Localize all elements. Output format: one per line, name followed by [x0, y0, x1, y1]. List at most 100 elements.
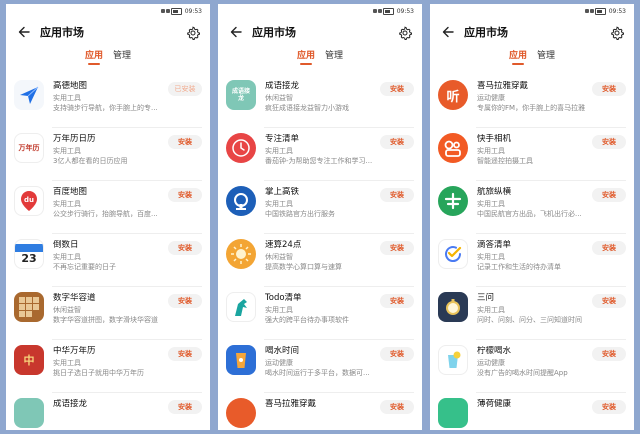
app-row-todo[interactable]: Todo清单 实用工具 强大的跨平台待办事项软件 安装 [218, 286, 422, 339]
tab-bar: 应用 管理 [430, 48, 634, 72]
pocket-watch-icon [438, 292, 468, 322]
app-row-countdown[interactable]: 23 倒数日 实用工具 不再忘记重要的日子 安装 [6, 233, 210, 286]
install-button[interactable]: 安装 [168, 188, 202, 202]
app-row-wannianli[interactable]: 万年历 万年历日历 实用工具 3亿人都在看的日历应用 安装 [6, 127, 210, 180]
install-button[interactable]: 安装 [168, 400, 202, 414]
install-button[interactable]: 安装 [380, 347, 414, 361]
install-button[interactable]: 安装 [380, 400, 414, 414]
app-row-ximalaya[interactable]: 听 喜马拉雅穿戴 运动健康 专属你的FM，你手腕上的喜马拉雅 安装 [430, 74, 634, 127]
back-arrow-icon[interactable] [440, 24, 456, 40]
app-row-ticktick[interactable]: 滴答清单 实用工具 记录工作和生活的待办清单 安装 [430, 233, 634, 286]
app-description: 挑日子选日子就用中华万年历 [53, 369, 144, 377]
app-row-ximalaya-partial[interactable]: 喜马拉雅穿戴 安装 [218, 392, 422, 430]
page-title: 应用市场 [40, 26, 84, 39]
status-time: 09:53 [184, 7, 202, 15]
app-row-water-time[interactable]: 喝水时间 运动健康 喝水时间运行于多平台，数据可... 安装 [218, 339, 422, 392]
install-button[interactable]: 安装 [380, 294, 414, 308]
app-description: 番茄钟-为帮助您专注工作和学习... [265, 157, 373, 165]
app-row-klotski[interactable]: 数字华容道 休闲益智 数字华容道拼图，数字滑块华容道 安装 [6, 286, 210, 339]
page-title: 应用市场 [464, 26, 508, 39]
app-row-24-points[interactable]: 速算24点 休闲益智 提高数学心算口算与速算 安装 [218, 233, 422, 286]
lemon-drink-icon [438, 345, 468, 375]
baidu-map-icon: du [14, 186, 44, 216]
install-button[interactable]: 安装 [592, 82, 626, 96]
calendar-icon: 万年历 [14, 133, 44, 163]
settings-gear-icon[interactable] [610, 25, 624, 40]
app-row-sanwen[interactable]: 三问 实用工具 问时、问刻、问分、三问知道时间 安装 [430, 286, 634, 339]
app-row-gaode-map[interactable]: 高德地图 实用工具 支持骑步行导航，你手腕上的专... 已安装 [6, 74, 210, 127]
install-button[interactable]: 安装 [592, 400, 626, 414]
app-list: 成语接龙 成语接龙 休闲益智 疯狂成语接龙益智力小游戏 安装 专注清单 实用工具… [218, 74, 422, 430]
tab-apps[interactable]: 应用 [85, 48, 103, 65]
phone-panel-1: 09:53 应用市场 应用 管理 高德地图 实用工具 支持骑步行导航，你手腕上的… [6, 4, 210, 430]
install-button[interactable]: 安装 [592, 188, 626, 202]
hanglv-icon [438, 186, 468, 216]
install-button[interactable]: 安装 [380, 82, 414, 96]
install-button[interactable]: 安装 [168, 294, 202, 308]
status-time: 09:53 [608, 7, 626, 15]
app-row-baidu-map[interactable]: du 百度地图 实用工具 公交步行骑行，抬腕导航，百度... 安装 [6, 180, 210, 233]
app-description: 公交步行骑行，抬腕导航，百度... [53, 210, 158, 218]
app-description: 不再忘记重要的日子 [53, 263, 116, 271]
number-puzzle-icon [14, 292, 44, 322]
app-row-kuaishou-camera[interactable]: 快手相机 实用工具 智能遥控拍摄工具 安装 [430, 127, 634, 180]
install-button[interactable]: 安装 [380, 135, 414, 149]
install-button[interactable]: 安装 [592, 241, 626, 255]
app-row-railway[interactable]: 掌上高铁 实用工具 中国铁路官方出行服务 安装 [218, 180, 422, 233]
kuaishou-camera-icon [438, 133, 468, 163]
tab-manage[interactable]: 管理 [537, 48, 555, 65]
install-button[interactable]: 安装 [168, 135, 202, 149]
install-button[interactable]: 安装 [592, 294, 626, 308]
ximalaya-icon [226, 398, 256, 428]
install-button[interactable]: 安装 [168, 241, 202, 255]
app-description: 中国铁路官方出行服务 [265, 210, 335, 218]
title-bar: 应用市场 [218, 18, 422, 46]
install-button[interactable]: 安装 [592, 347, 626, 361]
install-button[interactable]: 安装 [168, 347, 202, 361]
phone-panel-2: 09:53 应用市场 应用 管理 成语接龙 成语接龙 休闲益智 疯狂成语接龙益智… [218, 4, 422, 430]
app-description: 智能遥控拍摄工具 [477, 157, 533, 165]
title-bar: 应用市场 [430, 18, 634, 46]
countdown-calendar-icon: 23 [14, 239, 44, 269]
app-row-lemon-water[interactable]: 柠檬喝水 运动健康 没有广告的喝水时间提醒App 安装 [430, 339, 634, 392]
installed-button[interactable]: 已安装 [168, 82, 202, 96]
battery-icon [170, 7, 182, 15]
app-description: 疯狂成语接龙益智力小游戏 [265, 104, 349, 112]
tab-manage[interactable]: 管理 [113, 48, 131, 65]
tab-bar: 应用 管理 [218, 48, 422, 72]
app-list: 高德地图 实用工具 支持骑步行导航，你手腕上的专... 已安装 万年历 万年历日… [6, 74, 210, 430]
app-row-mint-partial[interactable]: 薄荷健康 安装 [430, 392, 634, 430]
page-title: 应用市场 [252, 26, 296, 39]
app-description: 强大的跨平台待办事项软件 [265, 316, 349, 324]
app-row-idiom-partial[interactable]: 成语接龙 安装 [6, 392, 210, 430]
app-row-hanglv[interactable]: 航旅纵横 实用工具 中国民航官方出品，飞机出行必... 安装 [430, 180, 634, 233]
app-row-focus-list[interactable]: 专注清单 实用工具 番茄钟-为帮助您专注工作和学习... 安装 [218, 127, 422, 180]
app-row-zhonghua-calendar[interactable]: 中 中华万年历 实用工具 挑日子选日子就用中华万年历 安装 [6, 339, 210, 392]
battery-icon [382, 7, 394, 15]
settings-gear-icon[interactable] [398, 25, 412, 40]
settings-gear-icon[interactable] [186, 25, 200, 40]
tab-manage[interactable]: 管理 [325, 48, 343, 65]
idiom-game-icon [14, 398, 44, 428]
clock-icon [226, 133, 256, 163]
tab-bar: 应用 管理 [6, 48, 210, 72]
app-description: 记录工作和生活的待办清单 [477, 263, 561, 271]
install-button[interactable]: 安装 [380, 188, 414, 202]
railway-logo-icon [226, 186, 256, 216]
checkmark-circle-icon [438, 239, 468, 269]
install-button[interactable]: 安装 [380, 241, 414, 255]
zhonghua-calendar-icon: 中 [14, 345, 44, 375]
app-row-idiom[interactable]: 成语接龙 成语接龙 休闲益智 疯狂成语接龙益智力小游戏 安装 [218, 74, 422, 127]
app-description: 数字华容道拼图，数字滑块华容道 [53, 316, 158, 324]
phone-panel-3: 09:53 应用市场 应用 管理 听 喜马拉雅穿戴 运动健康 专属你的FM，你手… [430, 4, 634, 430]
status-icons [160, 7, 182, 15]
mint-health-icon [438, 398, 468, 428]
app-description: 问时、问刻、问分、三问知道时间 [477, 316, 582, 324]
tab-apps[interactable]: 应用 [297, 48, 315, 65]
install-button[interactable]: 安装 [592, 135, 626, 149]
back-arrow-icon[interactable] [16, 24, 32, 40]
idiom-game-icon: 成语接龙 [226, 80, 256, 110]
tab-apps[interactable]: 应用 [509, 48, 527, 65]
back-arrow-icon[interactable] [228, 24, 244, 40]
ximalaya-icon: 听 [438, 80, 468, 110]
